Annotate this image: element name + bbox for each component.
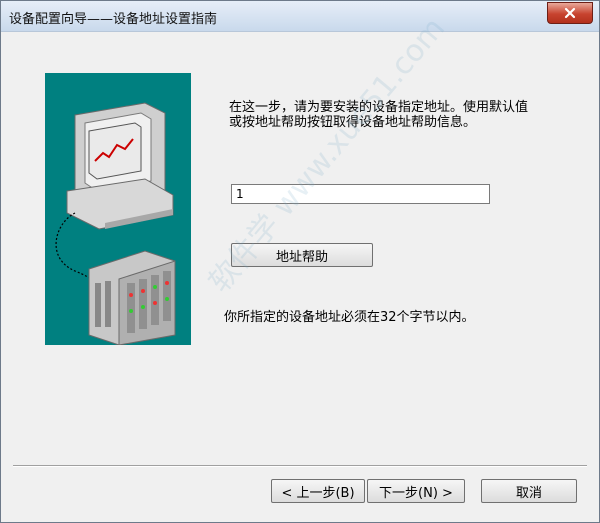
address-help-button[interactable]: 地址帮助	[231, 243, 373, 267]
wizard-window: 设备配置向导——设备地址设置指南 在这一步，请为要安装的设备指定地址。使用默认值…	[0, 0, 600, 523]
cancel-button[interactable]: 取消	[481, 479, 577, 503]
rack-device-icon	[88, 250, 176, 346]
window-title: 设备配置向导——设备地址设置指南	[9, 12, 218, 27]
next-button[interactable]: 下一步(N) >	[367, 479, 465, 503]
back-button[interactable]: < 上一步(B)	[271, 479, 365, 503]
device-illustration	[45, 73, 191, 346]
instruction-text: 在这一步，请为要安装的设备指定地址。使用默认值或按地址帮助按钮取得设备地址帮助信…	[229, 100, 529, 130]
footer-divider	[13, 465, 587, 467]
device-address-input[interactable]	[231, 184, 490, 204]
title-bar: 设备配置向导——设备地址设置指南	[1, 1, 599, 32]
address-limit-note: 你所指定的设备地址必须在32个字节以内。	[224, 310, 475, 325]
close-icon	[564, 7, 576, 19]
close-button[interactable]	[547, 2, 593, 24]
computer-icon	[66, 102, 174, 230]
